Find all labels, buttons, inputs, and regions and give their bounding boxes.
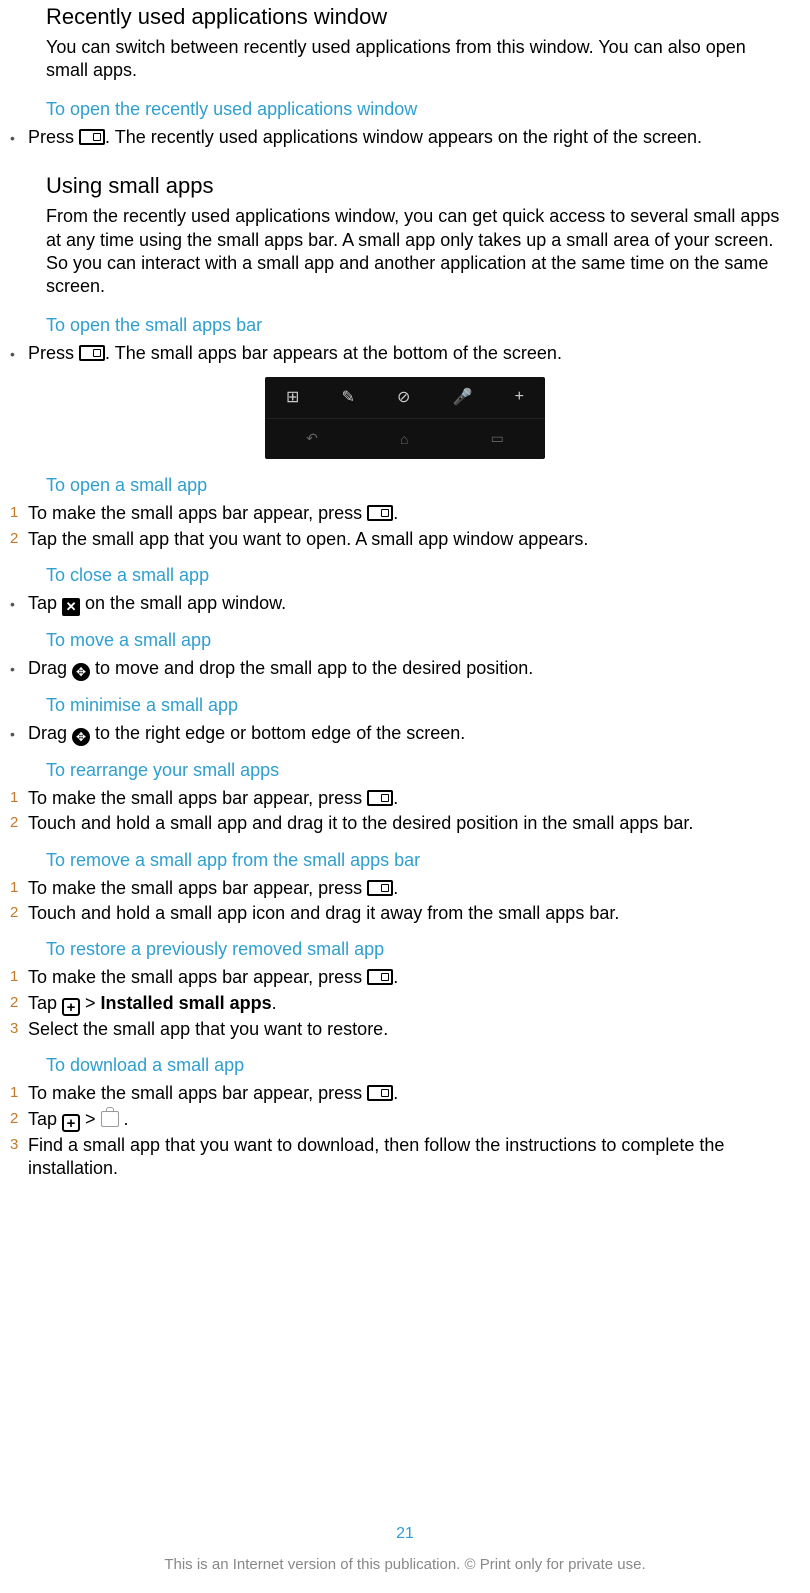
step-text: Tap + > Installed small apps. <box>28 992 782 1016</box>
sub-rearrange: To rearrange your small apps <box>46 760 782 781</box>
step-number: 1 <box>10 787 28 808</box>
recent-icon: ▭ <box>491 430 504 447</box>
footer-text: This is an Internet version of this publ… <box>0 1556 810 1573</box>
plus-icon: + <box>515 388 524 406</box>
step-text: To make the small apps bar appear, press… <box>28 877 782 900</box>
step-text: Touch and hold a small app icon and drag… <box>28 902 782 925</box>
step-text: To make the small apps bar appear, press… <box>28 1082 782 1105</box>
back-icon: ↶ <box>306 430 318 447</box>
bullet-marker: • <box>10 722 28 743</box>
step-number: 1 <box>10 877 28 898</box>
close-icon: ✕ <box>62 598 80 616</box>
heading-recent-apps: Recently used applications window <box>46 4 782 30</box>
sub-open-small: To open a small app <box>46 475 782 496</box>
step-number: 2 <box>10 902 28 923</box>
step-number: 1 <box>10 966 28 987</box>
step-number: 2 <box>10 812 28 833</box>
recent-apps-icon <box>367 969 393 985</box>
bullet-marker: • <box>10 126 28 147</box>
step-open-bar: Press . The small apps bar appears at th… <box>28 342 782 365</box>
step-number: 2 <box>10 992 28 1013</box>
step-text: To make the small apps bar appear, press… <box>28 787 782 810</box>
plus-icon: + <box>62 1114 80 1132</box>
grid-icon: ⊞ <box>286 387 299 407</box>
recent-apps-icon <box>367 1085 393 1101</box>
recent-apps-icon <box>367 880 393 896</box>
step-text: Tap ✕ on the small app window. <box>28 592 782 616</box>
bullet-marker: • <box>10 342 28 363</box>
sub-open-recent: To open the recently used applications w… <box>46 99 782 120</box>
bullet-marker: • <box>10 657 28 678</box>
sub-move-small: To move a small app <box>46 630 782 651</box>
step-number: 3 <box>10 1134 28 1155</box>
sub-remove: To remove a small app from the small app… <box>46 850 782 871</box>
para-small-apps: From the recently used applications wind… <box>46 205 782 299</box>
step-number: 1 <box>10 502 28 523</box>
step-text: Drag ✥ to move and drop the small app to… <box>28 657 782 681</box>
sub-download: To download a small app <box>46 1055 782 1076</box>
move-icon: ✥ <box>72 663 90 681</box>
recent-apps-icon <box>367 790 393 806</box>
step-number: 2 <box>10 528 28 549</box>
step-number: 3 <box>10 1018 28 1039</box>
bullet-marker: • <box>10 592 28 613</box>
step-text: Select the small app that you want to re… <box>28 1018 782 1041</box>
pencil-icon: ✎ <box>342 387 355 407</box>
step-number: 2 <box>10 1108 28 1129</box>
step-number: 1 <box>10 1082 28 1103</box>
step-text: Tap the small app that you want to open.… <box>28 528 782 551</box>
sub-close-small: To close a small app <box>46 565 782 586</box>
recent-apps-icon <box>79 129 105 145</box>
sub-open-bar: To open the small apps bar <box>46 315 782 336</box>
recent-apps-icon <box>79 345 105 361</box>
heading-small-apps: Using small apps <box>46 173 782 199</box>
home-icon: ⌂ <box>400 431 408 447</box>
step-text: Tap + > . <box>28 1108 782 1132</box>
block-icon: ⊘ <box>397 387 410 407</box>
step-open-recent: Press . The recently used applications w… <box>28 126 782 149</box>
step-text: To make the small apps bar appear, press… <box>28 966 782 989</box>
recent-apps-icon <box>367 505 393 521</box>
small-apps-bar-image: ⊞ ✎ ⊘ 🎤 + ↶ ⌂ ▭ <box>28 377 782 459</box>
mic-icon: 🎤 <box>453 387 473 407</box>
move-icon: ✥ <box>72 728 90 746</box>
para-recent-apps: You can switch between recently used app… <box>46 36 782 83</box>
plus-icon: + <box>62 998 80 1016</box>
page-number: 21 <box>0 1525 810 1543</box>
step-text: Touch and hold a small app and drag it t… <box>28 812 782 835</box>
sub-min-small: To minimise a small app <box>46 695 782 716</box>
shopping-bag-icon <box>101 1111 119 1127</box>
step-text: Drag ✥ to the right edge or bottom edge … <box>28 722 782 746</box>
step-text: Find a small app that you want to downlo… <box>28 1134 782 1181</box>
sub-restore: To restore a previously removed small ap… <box>46 939 782 960</box>
step-text: To make the small apps bar appear, press… <box>28 502 782 525</box>
